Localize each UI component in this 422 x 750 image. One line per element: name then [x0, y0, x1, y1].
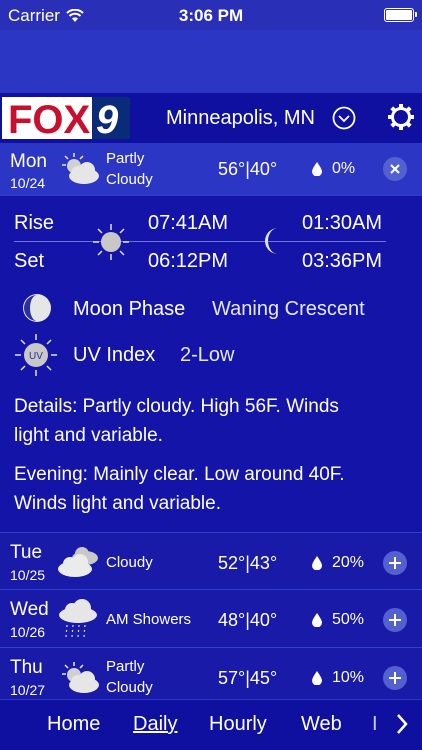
- day-name: Wed: [10, 599, 49, 620]
- uv-index-label: UV Index: [73, 344, 156, 366]
- nav-home[interactable]: Home: [47, 713, 100, 736]
- top-band: [0, 30, 422, 93]
- condition-text: Cloudy: [106, 554, 153, 571]
- temperature-range: 48°|40°: [218, 610, 278, 630]
- condition-text: Partly Cloudy: [106, 658, 153, 696]
- nav-daily[interactable]: Daily: [133, 713, 177, 736]
- chevron-right-icon[interactable]: [395, 713, 409, 735]
- plus-icon: [389, 557, 401, 569]
- svg-text:9: 9: [96, 98, 119, 141]
- app-header: FOX 9 Minneapolis, MN: [0, 93, 422, 143]
- moon-phase-label: Moon Phase: [73, 298, 186, 320]
- evening-text: Evening: Mainly clear. Low around 40F. Wi…: [14, 464, 345, 514]
- expand-button[interactable]: [383, 551, 407, 575]
- moonset-time: 03:36PM: [302, 250, 383, 272]
- day-row-tue[interactable]: Tue 10/25 Cloudy 52°|43° 20%: [0, 532, 422, 590]
- status-bar: Carrier 3:06 PM: [0, 0, 422, 30]
- showers-icon: [59, 599, 97, 638]
- status-time: 3:06 PM: [178, 6, 244, 25]
- day-name: Mon: [10, 151, 47, 172]
- nav-web[interactable]: Web: [301, 713, 342, 736]
- details-text: Details: Partly cloudy. High 56F. Winds l…: [14, 396, 339, 446]
- sun-icon: [93, 224, 129, 260]
- day-name: Tue: [10, 542, 43, 563]
- moon-phase-value: Waning Crescent: [212, 298, 365, 320]
- raindrop-icon: [312, 162, 322, 176]
- fox9-logo: FOX 9: [2, 95, 130, 142]
- precip-chance: 0%: [312, 160, 355, 178]
- expand-button[interactable]: [383, 608, 407, 632]
- precip-chance: 20%: [312, 554, 364, 572]
- crescent-moon-icon: [265, 228, 278, 254]
- precip-chance: 10%: [312, 669, 364, 687]
- uv-index-value: 2-Low: [180, 344, 235, 366]
- raindrop-icon: [312, 556, 322, 570]
- raindrop-icon: [312, 671, 322, 685]
- day-details-panel: Rise Set 07:41AM 06:12PM 01:30AM 03:36PM…: [0, 196, 422, 532]
- divider: [14, 241, 386, 242]
- cloudy-icon: [58, 547, 98, 577]
- sunrise-time: 07:41AM: [148, 212, 229, 234]
- moonrise-time: 01:30AM: [302, 212, 383, 234]
- battery-icon: [384, 8, 417, 22]
- precip-chance: 50%: [312, 611, 364, 629]
- day-row-thu[interactable]: Thu 10/27 Partly Cloudy 57°|45° 10%: [0, 648, 422, 699]
- set-label: Set: [14, 250, 45, 272]
- gear-icon[interactable]: [386, 102, 416, 132]
- condition-text: Partly Cloudy: [106, 150, 153, 188]
- partly-cloudy-icon: [62, 662, 99, 693]
- chevron-down-icon[interactable]: [332, 106, 356, 130]
- day-date: 10/25: [10, 567, 46, 583]
- day-name: Thu: [10, 657, 43, 678]
- close-icon: [390, 164, 400, 174]
- moon-phase-icon: [23, 294, 51, 322]
- expand-button[interactable]: [383, 666, 407, 690]
- day-row-wed[interactable]: Wed 10/26 AM Showers 48°|40° 50%: [0, 590, 422, 648]
- svg-text:UV: UV: [29, 351, 43, 362]
- temperature-range: 52°|43°: [218, 553, 278, 573]
- temperature-range: 56°|40°: [218, 159, 278, 179]
- partly-cloudy-icon: [62, 153, 99, 184]
- rise-label: Rise: [14, 212, 55, 234]
- plus-icon: [389, 614, 401, 626]
- uv-index-icon: UV: [15, 334, 57, 376]
- day-date: 10/26: [10, 624, 46, 640]
- svg-text:FOX: FOX: [8, 98, 91, 141]
- temperature-range: 57°|45°: [218, 668, 278, 688]
- raindrop-icon: [312, 613, 322, 627]
- day-date: 10/24: [10, 175, 46, 191]
- nav-more-partial[interactable]: I: [372, 713, 378, 736]
- collapse-button[interactable]: [383, 157, 407, 181]
- bottom-nav: Home Daily Hourly Web I: [0, 699, 422, 750]
- location-label[interactable]: Minneapolis, MN: [166, 107, 315, 130]
- plus-icon: [389, 672, 401, 684]
- condition-text: AM Showers: [106, 611, 192, 628]
- day-date: 10/27: [10, 682, 46, 698]
- sunset-time: 06:12PM: [148, 250, 229, 272]
- nav-hourly[interactable]: Hourly: [209, 713, 267, 736]
- day-row-current[interactable]: Mon 10/24 Partly Cloudy 56°|40° 0%: [0, 143, 422, 196]
